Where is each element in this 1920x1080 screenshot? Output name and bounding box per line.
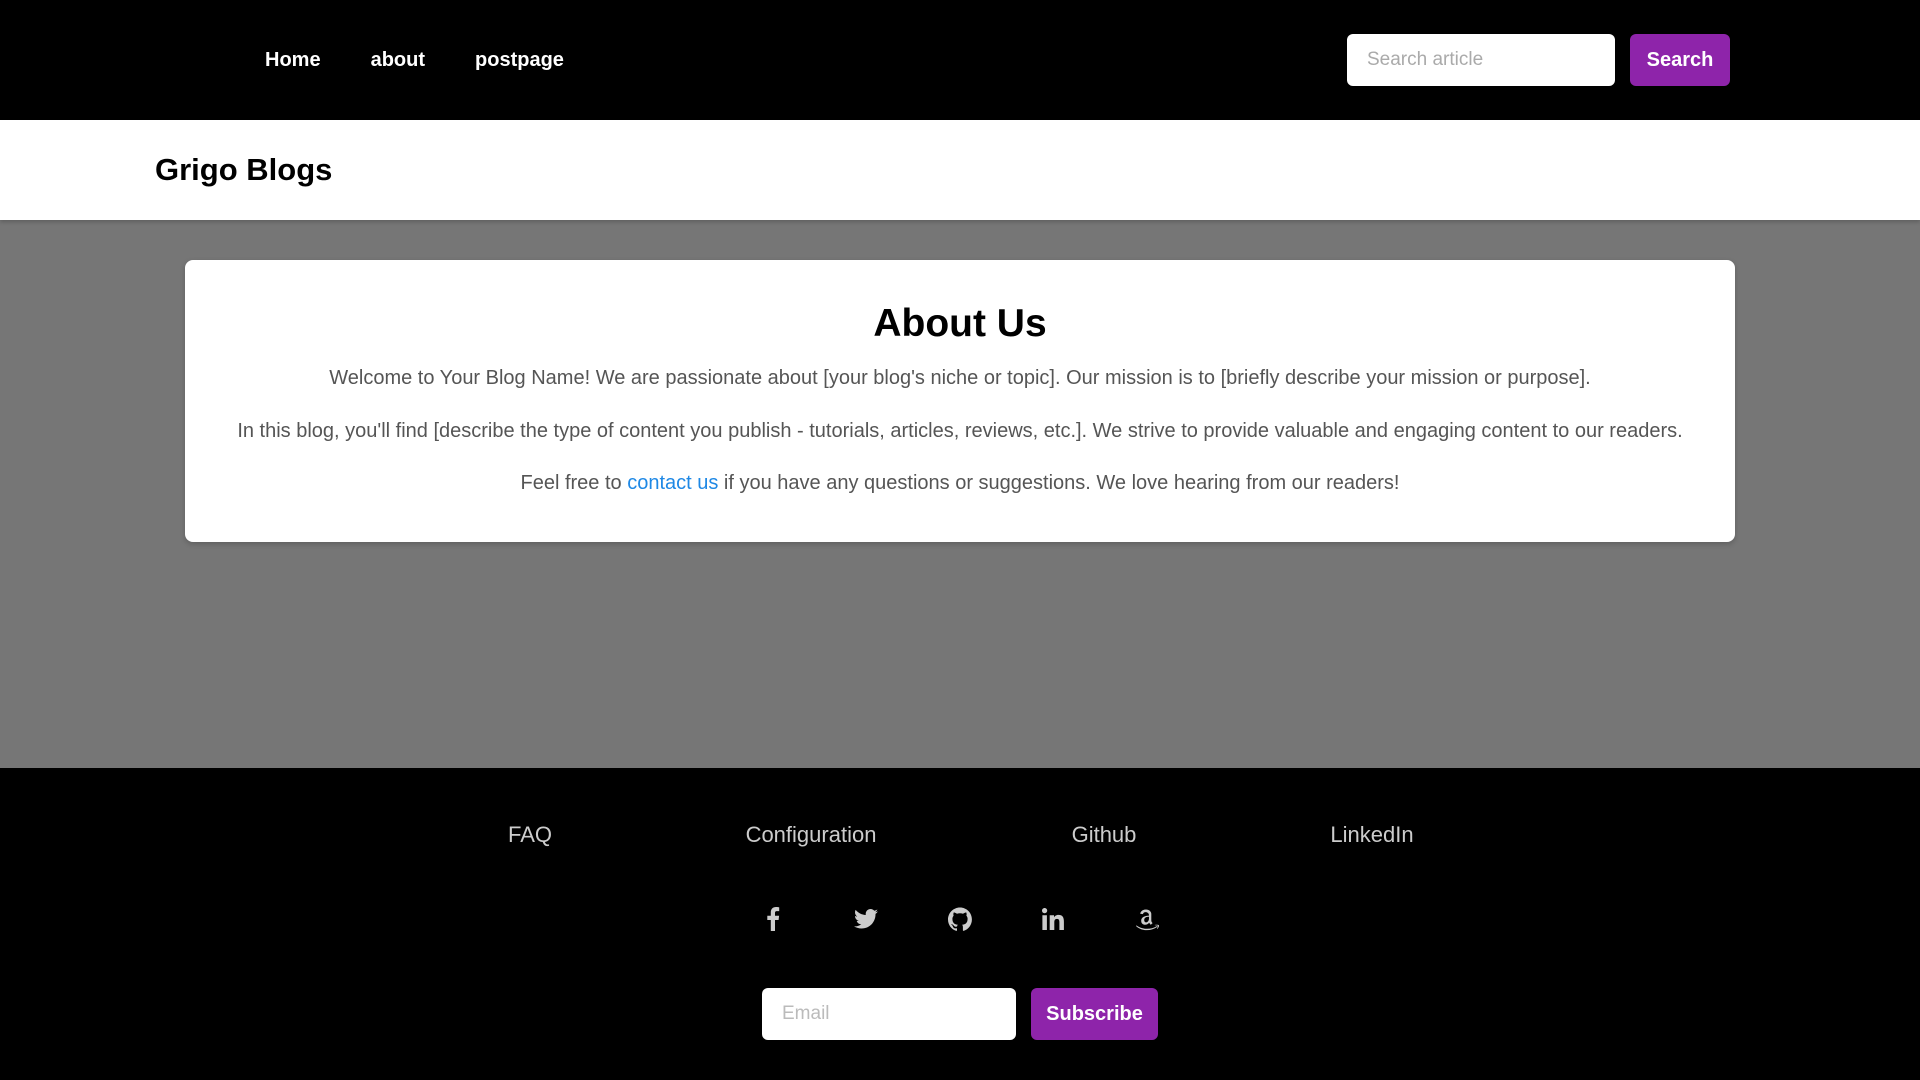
nav-links: Home about postpage — [265, 0, 614, 120]
footer-link-configuration[interactable]: Configuration — [746, 822, 877, 848]
about-paragraph-2: In this blog, you'll find [describe the … — [237, 420, 1683, 442]
about-paragraph-1: Welcome to Your Blog Name! We are passio… — [329, 367, 1591, 389]
site-title: Grigo Blogs — [155, 152, 333, 187]
footer-link-linkedin[interactable]: LinkedIn — [1330, 822, 1413, 848]
nav-link-home[interactable]: Home — [265, 49, 321, 72]
search-input[interactable] — [1347, 34, 1615, 86]
contact-us-link[interactable]: contact us — [627, 472, 718, 494]
subscribe-form: Subscribe — [762, 988, 1158, 1040]
about-card: About Us Welcome to Your Blog Name! We a… — [185, 260, 1735, 542]
footer-links: FAQ Configuration Github LinkedIn — [0, 822, 1920, 852]
about-paragraph-3-after: if you have any questions or suggestions… — [718, 472, 1400, 494]
nav-link-postpage[interactable]: postpage — [475, 49, 564, 72]
facebook-icon[interactable] — [756, 902, 790, 936]
amazon-icon[interactable] — [1130, 902, 1164, 936]
footer-link-faq[interactable]: FAQ — [508, 822, 552, 848]
search-form: Search — [1347, 34, 1730, 86]
social-icons — [0, 902, 1920, 936]
footer: FAQ Configuration Github LinkedIn Subscr… — [0, 768, 1920, 1080]
github-icon[interactable] — [943, 902, 977, 936]
linkedin-icon[interactable] — [1036, 902, 1070, 936]
about-title: About Us — [873, 302, 1047, 345]
footer-link-github[interactable]: Github — [1072, 822, 1137, 848]
about-paragraph-3-before: Feel free to — [520, 472, 628, 494]
email-input[interactable] — [762, 988, 1016, 1040]
search-button[interactable]: Search — [1630, 34, 1730, 86]
twitter-icon[interactable] — [849, 902, 883, 936]
brand-bar: Grigo Blogs — [0, 120, 1920, 220]
subscribe-button[interactable]: Subscribe — [1031, 988, 1158, 1040]
nav-link-about[interactable]: about — [371, 49, 425, 72]
top-navbar: Home about postpage Search — [0, 0, 1920, 120]
about-paragraph-3: Feel free to contact us if you have any … — [185, 471, 1735, 495]
